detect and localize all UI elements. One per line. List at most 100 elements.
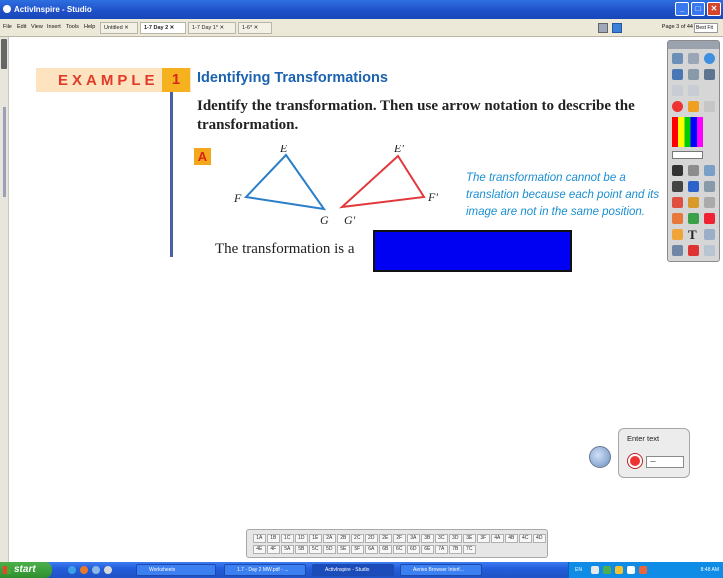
- page-button-6c[interactable]: 6C: [393, 545, 406, 554]
- page-button-1a[interactable]: 1A: [253, 534, 266, 543]
- desktop-icon[interactable]: [672, 69, 683, 80]
- delete-icon[interactable]: [704, 213, 715, 224]
- page-button-5a[interactable]: 5A: [281, 545, 294, 554]
- toolbox-header[interactable]: [668, 41, 719, 49]
- tray-network-icon[interactable]: [591, 566, 599, 574]
- resource-icon[interactable]: [704, 165, 715, 176]
- page-prev-icon[interactable]: [672, 85, 683, 96]
- marker-icon[interactable]: [672, 181, 683, 192]
- page-sorter-icon[interactable]: [598, 23, 608, 33]
- page-button-1c[interactable]: 1C: [281, 534, 294, 543]
- magic-ink-icon[interactable]: [704, 181, 715, 192]
- menu-help[interactable]: Help: [84, 24, 95, 30]
- text-tool-icon[interactable]: T: [688, 227, 697, 243]
- tray-volume-icon[interactable]: [627, 566, 635, 574]
- doc-tab-day2[interactable]: 1-7 Day 2 ✕: [140, 22, 186, 34]
- browser-icon[interactable]: [612, 23, 622, 33]
- page-button-4d[interactable]: 4D: [533, 534, 546, 543]
- menu-view[interactable]: View: [31, 24, 43, 30]
- pen-icon[interactable]: [688, 101, 699, 112]
- page-button-2f[interactable]: 2F: [393, 534, 406, 543]
- quicklaunch-ie-icon[interactable]: [68, 566, 76, 574]
- text-widget-record-icon[interactable]: [628, 454, 642, 468]
- page-button-7b[interactable]: 7B: [449, 545, 462, 554]
- page-button-6b[interactable]: 6B: [379, 545, 392, 554]
- tools-icon[interactable]: [704, 245, 715, 256]
- task-aeries[interactable]: Aeries Browser Interf...: [400, 564, 482, 576]
- color-palette[interactable]: [672, 117, 703, 147]
- page-button-2e[interactable]: 2E: [379, 534, 392, 543]
- page-button-3d[interactable]: 3D: [449, 534, 462, 543]
- quicklaunch-desktop-icon[interactable]: [92, 566, 100, 574]
- page-button-5c[interactable]: 5C: [309, 545, 322, 554]
- undo-icon[interactable]: [672, 245, 683, 256]
- quicklaunch-misc-icon[interactable]: [104, 566, 112, 574]
- page-button-5d[interactable]: 5D: [323, 545, 336, 554]
- page-button-5b[interactable]: 5B: [295, 545, 308, 554]
- menu-file[interactable]: File: [3, 24, 12, 30]
- camera-icon[interactable]: [688, 245, 699, 256]
- page-next-icon[interactable]: [688, 85, 699, 96]
- page-button-1b[interactable]: 1B: [267, 534, 280, 543]
- vertical-scrollbar[interactable]: [3, 107, 6, 197]
- doc-tab-untitled[interactable]: Untitled ✕: [100, 22, 138, 34]
- pen-width-slider[interactable]: [672, 151, 703, 159]
- page-button-4e[interactable]: 4E: [253, 545, 266, 554]
- highlighter-icon[interactable]: [688, 181, 699, 192]
- spotlight-icon[interactable]: [672, 213, 683, 224]
- page-button-6e[interactable]: 6E: [421, 545, 434, 554]
- scroll-icon[interactable]: [704, 101, 715, 112]
- start-button[interactable]: start: [0, 562, 52, 578]
- maximize-button[interactable]: □: [691, 2, 705, 16]
- answer-cover-rectangle[interactable]: [373, 230, 572, 272]
- page-button-2b[interactable]: 2B: [337, 534, 350, 543]
- minimize-button[interactable]: _: [675, 2, 689, 16]
- page-button-3a[interactable]: 3A: [407, 534, 420, 543]
- page-button-3c[interactable]: 3C: [435, 534, 448, 543]
- page-button-6d[interactable]: 6D: [407, 545, 420, 554]
- help-icon[interactable]: [704, 53, 715, 64]
- task-worksheets[interactable]: Worksheets: [136, 564, 216, 576]
- profile-icon[interactable]: [688, 53, 699, 64]
- page-button-2d[interactable]: 2D: [365, 534, 378, 543]
- language-indicator[interactable]: EN: [575, 562, 582, 578]
- main-menu-icon[interactable]: [672, 53, 683, 64]
- dock-handle[interactable]: [1, 39, 7, 69]
- annotate-icon[interactable]: [688, 69, 699, 80]
- doc-tab-day1[interactable]: 1-7 Day 1* ✕: [188, 22, 236, 34]
- page-button-5e[interactable]: 5E: [337, 545, 350, 554]
- page-button-5f[interactable]: 5F: [351, 545, 364, 554]
- text-widget-dropdown[interactable]: —: [646, 456, 684, 468]
- page-button-3f[interactable]: 3F: [477, 534, 490, 543]
- task-activinspire[interactable]: ActivInspire - Studio: [312, 564, 394, 576]
- page-button-1e[interactable]: 1E: [309, 534, 322, 543]
- page-button-2a[interactable]: 2A: [323, 534, 336, 543]
- page-button-4a[interactable]: 4A: [491, 534, 504, 543]
- select-icon[interactable]: [672, 165, 683, 176]
- close-button[interactable]: ✕: [707, 2, 721, 16]
- page-button-3b[interactable]: 3B: [421, 534, 434, 543]
- pen-tray-icon[interactable]: [589, 446, 611, 468]
- navigate-icon[interactable]: [704, 69, 715, 80]
- shape-icon[interactable]: [688, 165, 699, 176]
- page-button-4f[interactable]: 4F: [267, 545, 280, 554]
- doc-tab-1-6[interactable]: 1-6* ✕: [238, 22, 272, 34]
- quicklaunch-firefox-icon[interactable]: [80, 566, 88, 574]
- fill-icon[interactable]: [688, 197, 699, 208]
- menu-tools[interactable]: Tools: [66, 24, 79, 30]
- page-button-6a[interactable]: 6A: [365, 545, 378, 554]
- line-icon[interactable]: [688, 213, 699, 224]
- tray-update-icon[interactable]: [615, 566, 623, 574]
- menu-insert[interactable]: Insert: [47, 24, 61, 30]
- page-button-7a[interactable]: 7A: [435, 545, 448, 554]
- record-icon[interactable]: [672, 101, 683, 112]
- page-button-2c[interactable]: 2C: [351, 534, 364, 543]
- zoom-icon[interactable]: [704, 229, 715, 240]
- connector-icon[interactable]: [704, 197, 715, 208]
- zoom-select[interactable]: Best Fit: [694, 23, 718, 33]
- tray-security-icon[interactable]: [603, 566, 611, 574]
- page-button-4c[interactable]: 4C: [519, 534, 532, 543]
- page-button-4b[interactable]: 4B: [505, 534, 518, 543]
- task-pdf[interactable]: 1.7 - Day 2 MW.pdf - ...: [224, 564, 306, 576]
- eraser-icon[interactable]: [672, 197, 683, 208]
